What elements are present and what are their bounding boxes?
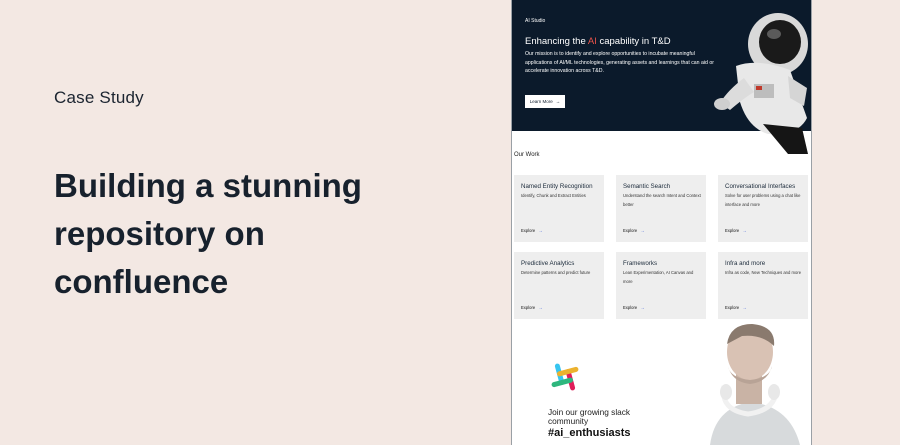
case-study-headline: Building a stunning repository on conflu… xyxy=(54,167,362,300)
explore-link[interactable]: Explore → xyxy=(521,305,542,310)
our-work-title: Our Work xyxy=(514,152,540,158)
work-card[interactable]: Infra and more Infra as code, New Techni… xyxy=(718,252,808,319)
hero-description: Our mission is to identify and explore o… xyxy=(525,51,714,74)
explore-link[interactable]: Explore → xyxy=(623,305,644,310)
slack-invite-line-2: community xyxy=(548,416,589,426)
card-title: Predictive Analytics xyxy=(521,260,575,267)
arrow-right-icon: → xyxy=(538,305,543,310)
arrow-right-icon: → xyxy=(538,228,543,233)
explore-label: Explore xyxy=(521,305,536,310)
work-card[interactable]: Semantic Search Understand the search In… xyxy=(616,175,706,242)
card-description: Lean Experimentation, AI Canvas and more xyxy=(623,270,694,284)
hero-title-suffix: capability in T&D xyxy=(596,36,671,47)
case-study-intro: Case Study Building a stunning repositor… xyxy=(54,88,394,306)
arrow-right-icon: → xyxy=(742,305,747,310)
brand-label: AI Studio xyxy=(525,18,546,24)
work-card[interactable]: Predictive Analytics Determine patterns … xyxy=(514,252,604,319)
card-description: Understand the search Intent and Context… xyxy=(623,193,701,207)
explore-label: Explore xyxy=(521,228,536,233)
hero-title-highlight: AI xyxy=(587,36,597,47)
card-description: Identify, Chunk and Extract Entities xyxy=(521,193,586,198)
astronaut-image xyxy=(714,13,808,154)
card-description: Solve for user problems using a chat lik… xyxy=(725,193,801,207)
card-title: Named Entity Recognition xyxy=(521,183,593,190)
hero-banner: AI Studio Enhancing the AI capability in… xyxy=(512,0,811,154)
hero-title-prefix: Enhancing the xyxy=(525,36,588,47)
slack-community-banner[interactable]: Join our growing slack community #ai_ent… xyxy=(512,322,811,445)
explore-link[interactable]: Explore → xyxy=(623,228,644,233)
person-headphones-image xyxy=(690,322,811,445)
confluence-page-preview[interactable]: AI Studio Enhancing the AI capability in… xyxy=(511,0,812,445)
card-title: Frameworks xyxy=(623,260,658,267)
arrow-right-icon: → xyxy=(555,99,561,104)
explore-label: Explore xyxy=(725,305,740,310)
eyebrow-label: Case Study xyxy=(54,88,144,107)
learn-more-label: Learn More xyxy=(529,99,553,104)
explore-label: Explore xyxy=(623,305,638,310)
explore-label: Explore xyxy=(725,228,740,233)
arrow-right-icon: → xyxy=(640,305,645,310)
card-title: Infra and more xyxy=(725,260,766,267)
card-description: Infra as code, New Techniques and more xyxy=(725,270,802,275)
explore-link[interactable]: Explore → xyxy=(521,228,542,233)
arrow-right-icon: → xyxy=(640,228,645,233)
work-card[interactable]: Named Entity Recognition Identify, Chunk… xyxy=(514,175,604,242)
explore-link[interactable]: Explore → xyxy=(725,228,746,233)
learn-more-button[interactable]: Learn More → xyxy=(525,95,565,108)
work-card[interactable]: Frameworks Lean Experimentation, AI Canv… xyxy=(616,252,706,319)
arrow-right-icon: → xyxy=(742,228,747,233)
work-card[interactable]: Conversational Interfaces Solve for user… xyxy=(718,175,808,242)
explore-label: Explore xyxy=(623,228,638,233)
card-title: Semantic Search xyxy=(623,183,671,190)
hero-title: Enhancing the AI capability in T&D xyxy=(525,36,671,47)
slack-invite-text: Join our growing slack community xyxy=(548,408,630,426)
card-description: Determine patterns and predict future xyxy=(521,270,591,275)
explore-link[interactable]: Explore → xyxy=(725,305,746,310)
card-title: Conversational Interfaces xyxy=(725,183,796,190)
slack-logo-icon xyxy=(551,363,579,391)
slack-channel-tag: #ai_enthusiasts xyxy=(548,427,631,439)
